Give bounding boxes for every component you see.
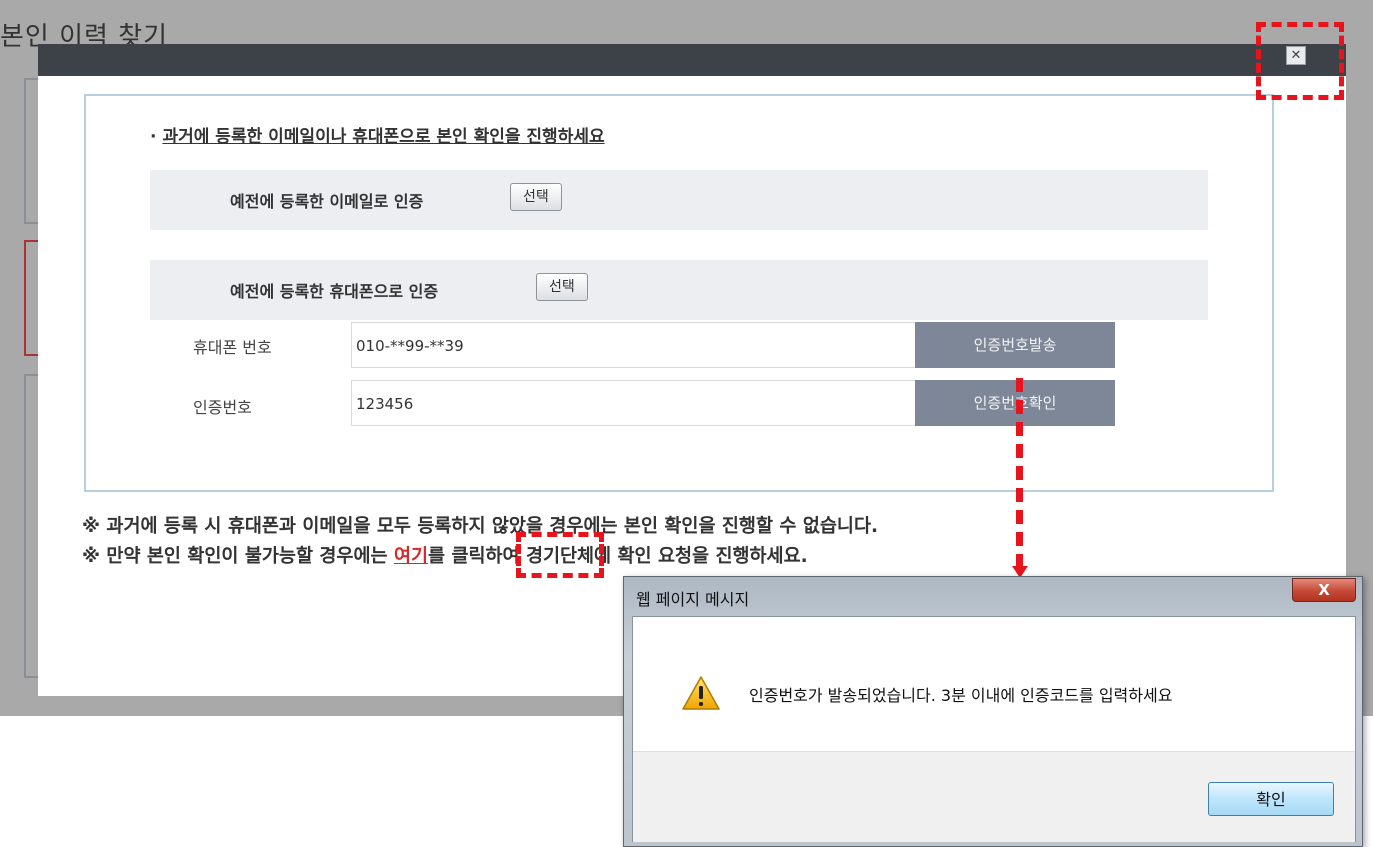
dialog-body: 인증번호가 발송되었습니다. 3분 이내에 인증코드를 입력하세요 확인 [632,616,1356,842]
note-line-2-tail: 를 클릭하여 경기단체에 확인 요청을 진행하세요. [427,546,808,567]
note-line-2: ※ 만약 본인 확인이 불가능할 경우에는 여기를 클릭하여 경기단체에 확인 … [82,542,808,568]
dialog-footer: 확인 [633,751,1355,842]
note-line-2-text: ※ 만약 본인 확인이 불가능할 경우에는 [82,546,394,567]
dialog-message: 인증번호가 발송되었습니다. 3분 이내에 인증코드를 입력하세요 [749,686,1173,705]
notice-bullet: · [150,127,157,147]
verification-panel: · 과거에 등록한 이메일이나 휴대폰으로 본인 확인을 진행하세요 예전에 등록… [84,94,1274,492]
dialog-title: 웹 페이지 메시지 [636,590,750,609]
dialog-close-button[interactable]: X [1292,578,1356,602]
web-page-message-dialog: 웹 페이지 메시지 X 인증번호가 발송되었습니다. 3분 이내에 인증코드를 … [623,576,1363,847]
phone-option-label: 예전에 등록한 휴대폰으로 인증 [230,282,439,301]
notice-text: · 과거에 등록한 이메일이나 휴대폰으로 본인 확인을 진행하세요 [150,122,605,147]
email-option-label: 예전에 등록한 이메일로 인증 [230,192,424,211]
phone-number-input[interactable]: 010-**99-**39 [351,322,917,368]
note-line-1: ※ 과거에 등록 시 휴대폰과 이메일을 모두 등록하지 않았을 경우에는 본인… [82,516,878,537]
verification-code-input[interactable]: 123456 [351,380,917,426]
phone-option-row: 예전에 등록한 휴대폰으로 인증 선택 [150,260,1208,320]
annotation-link-highlight [516,532,604,578]
annotation-close-highlight [1256,22,1344,100]
phone-select-button[interactable]: 선택 [536,273,588,301]
warning-icon [682,676,720,710]
ok-button[interactable]: 확인 [1208,782,1334,816]
notice-message: 과거에 등록한 이메일이나 휴대폰으로 본인 확인을 진행하세요 [162,127,605,147]
verification-code-label: 인증번호 [193,398,252,417]
confirm-code-button[interactable]: 인증번호확인 [915,380,1115,426]
annotation-arrow-line [1016,378,1023,568]
help-link[interactable]: 여기 [394,546,428,567]
email-select-button[interactable]: 선택 [510,183,562,211]
send-code-button[interactable]: 인증번호발송 [915,322,1115,368]
phone-number-label: 휴대폰 번호 [193,338,272,357]
email-option-row: 예전에 등록한 이메일로 인증 선택 [150,170,1208,230]
modal-header: ✕ [38,44,1346,76]
